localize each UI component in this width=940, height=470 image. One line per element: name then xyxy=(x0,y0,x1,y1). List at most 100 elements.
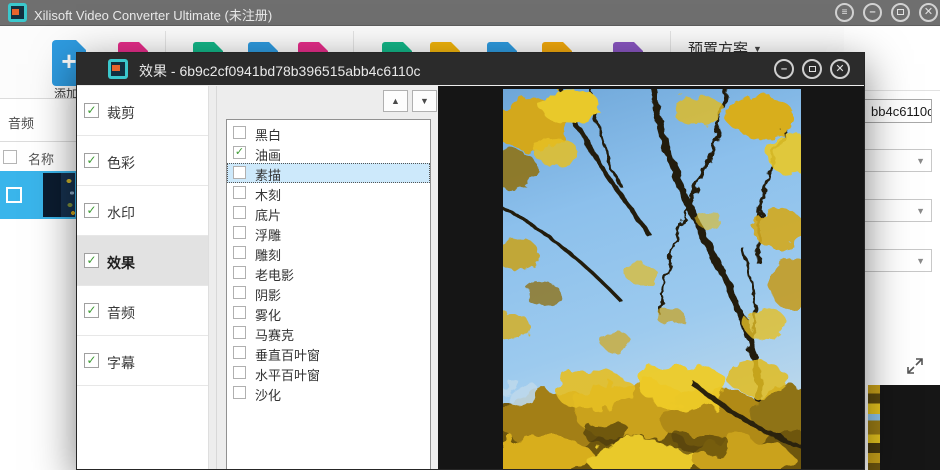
sidebar-item-subtitle[interactable]: ✓ 字幕 xyxy=(77,336,209,386)
maximize-button[interactable] xyxy=(891,3,910,22)
chevron-down-icon: ▼ xyxy=(916,256,925,266)
effect-row-blackwhite[interactable]: 黑白 xyxy=(227,123,430,143)
dialog-minimize-button[interactable]: – xyxy=(774,59,794,79)
effect-checkbox[interactable] xyxy=(233,386,246,399)
preview-pane xyxy=(438,86,865,470)
effect-checkbox[interactable] xyxy=(233,346,246,359)
watermark-checkbox[interactable]: ✓ xyxy=(84,203,99,218)
effects-dialog: 效果 - 6b9c2cf0941bd78b396515abb4c6110c – … xyxy=(76,52,865,470)
effect-label: 垂直百叶窗 xyxy=(255,345,320,364)
effect-row-sand[interactable]: 沙化 xyxy=(227,383,430,403)
effect-checkbox[interactable] xyxy=(233,166,246,179)
main-titlebar: Xilisoft Video Converter Ultimate (未注册) … xyxy=(0,0,940,26)
dialog-title: 效果 - 6b9c2cf0941bd78b396515abb4c6110c xyxy=(139,61,421,81)
effect-row-emboss[interactable]: 浮雕 xyxy=(227,223,430,243)
effect-row-shadow[interactable]: 阴影 xyxy=(227,283,430,303)
effect-label: 底片 xyxy=(255,205,281,224)
effect-row-sketch[interactable]: 素描 xyxy=(227,163,430,183)
mini-preview-image xyxy=(868,385,880,470)
sidebar-item-label: 色彩 xyxy=(107,153,135,173)
effect-row-negative[interactable]: 底片 xyxy=(227,203,430,223)
window-title: Xilisoft Video Converter Ultimate (未注册) xyxy=(34,5,272,24)
effect-checkbox[interactable] xyxy=(233,366,246,379)
minimize-button[interactable]: – xyxy=(863,3,882,22)
maximize-icon xyxy=(809,66,816,72)
effect-row-mosaic[interactable]: 马赛克 xyxy=(227,323,430,343)
effect-label: 水平百叶窗 xyxy=(255,365,320,384)
menu-button[interactable]: ≡ xyxy=(835,3,854,22)
effect-row-fog[interactable]: 雾化 xyxy=(227,303,430,323)
sidebar-item-watermark[interactable]: ✓ 水印 xyxy=(77,186,209,236)
file-list-panel: 音频 名称 xyxy=(0,98,76,470)
video-thumbnail xyxy=(43,173,75,217)
dialog-sidebar: ✓ 裁剪 ✓ 色彩 ✓ 水印 ✓ 效果 ✓ 音频 ✓ 字幕 xyxy=(77,86,217,470)
sidebar-item-label: 字幕 xyxy=(107,353,135,373)
effect-label: 油画 xyxy=(255,145,281,164)
sidebar-scrollbar[interactable] xyxy=(208,86,216,470)
effect-label: 马赛克 xyxy=(255,325,294,344)
app-window: Xilisoft Video Converter Ultimate (未注册) … xyxy=(0,0,940,470)
effect-row-engrave[interactable]: 雕刻 xyxy=(227,243,430,263)
effect-label: 浮雕 xyxy=(255,225,281,244)
dialog-app-icon xyxy=(108,59,128,79)
audio-checkbox[interactable]: ✓ xyxy=(84,303,99,318)
dialog-close-button[interactable]: ✕ xyxy=(830,59,850,79)
dialog-maximize-button[interactable] xyxy=(802,59,822,79)
effects-checkbox[interactable]: ✓ xyxy=(84,253,99,268)
color-checkbox[interactable]: ✓ xyxy=(84,153,99,168)
effect-label: 沙化 xyxy=(255,385,281,404)
move-up-button[interactable]: ▲ xyxy=(383,90,408,112)
effect-label: 雕刻 xyxy=(255,245,281,264)
move-down-button[interactable]: ▼ xyxy=(412,90,437,112)
effect-checkbox[interactable] xyxy=(233,206,246,219)
effect-label: 老电影 xyxy=(255,265,294,284)
dialog-titlebar[interactable]: 效果 - 6b9c2cf0941bd78b396515abb4c6110c – … xyxy=(77,53,864,85)
file-list-header: 名称 xyxy=(0,141,76,171)
sidebar-item-label: 裁剪 xyxy=(107,103,135,123)
effect-checkbox[interactable] xyxy=(233,246,246,259)
effect-row-oilpaint[interactable]: ✓ 油画 xyxy=(227,143,430,163)
effect-label: 黑白 xyxy=(255,125,281,144)
effect-row-woodcut[interactable]: 木刻 xyxy=(227,183,430,203)
preview-image xyxy=(503,89,801,470)
chevron-down-icon: ▼ xyxy=(916,206,925,216)
effect-row-oldfilm[interactable]: 老电影 xyxy=(227,263,430,283)
effect-checkbox[interactable] xyxy=(233,326,246,339)
section-label-audio: 音频 xyxy=(8,113,78,132)
crop-checkbox[interactable]: ✓ xyxy=(84,103,99,118)
sidebar-item-crop[interactable]: ✓ 裁剪 xyxy=(77,86,209,136)
app-logo-icon xyxy=(8,3,27,22)
arrow-down-icon: ▼ xyxy=(420,96,429,106)
effect-checkbox[interactable]: ✓ xyxy=(233,146,246,159)
effect-label: 阴影 xyxy=(255,285,281,304)
effect-label: 素描 xyxy=(255,165,281,184)
effect-label: 木刻 xyxy=(255,185,281,204)
effect-checkbox[interactable] xyxy=(233,306,246,319)
close-button[interactable]: ✕ xyxy=(919,3,938,22)
sidebar-item-label: 音频 xyxy=(107,303,135,323)
effect-checkbox[interactable] xyxy=(233,186,246,199)
effect-row-vertical-blinds[interactable]: 垂直百叶窗 xyxy=(227,343,430,363)
sidebar-item-audio[interactable]: ✓ 音频 xyxy=(77,286,209,336)
sidebar-item-color[interactable]: ✓ 色彩 xyxy=(77,136,209,186)
effect-row-horizontal-blinds[interactable]: 水平百叶窗 xyxy=(227,363,430,383)
select-all-checkbox[interactable] xyxy=(3,150,17,164)
effects-list: 黑白 ✓ 油画 素描 木刻 底片 浮雕 xyxy=(226,119,431,470)
file-row-selected[interactable] xyxy=(0,171,76,219)
arrow-up-icon: ▲ xyxy=(391,96,400,106)
effect-checkbox[interactable] xyxy=(233,286,246,299)
sidebar-item-label: 水印 xyxy=(107,203,135,223)
effect-checkbox[interactable] xyxy=(233,126,246,139)
effect-checkbox[interactable] xyxy=(233,266,246,279)
mini-preview-pane xyxy=(868,385,940,470)
subtitle-checkbox[interactable]: ✓ xyxy=(84,353,99,368)
chevron-down-icon: ▼ xyxy=(916,156,925,166)
sidebar-item-label: 效果 xyxy=(107,253,135,273)
maximize-icon xyxy=(897,9,904,15)
sidebar-item-effects[interactable]: ✓ 效果 xyxy=(77,236,209,286)
file-row-checkbox[interactable] xyxy=(6,187,22,203)
effect-label: 雾化 xyxy=(255,305,281,324)
name-column-header: 名称 xyxy=(28,149,54,168)
preview-fullscreen-icon[interactable] xyxy=(905,356,925,376)
effect-checkbox[interactable] xyxy=(233,226,246,239)
